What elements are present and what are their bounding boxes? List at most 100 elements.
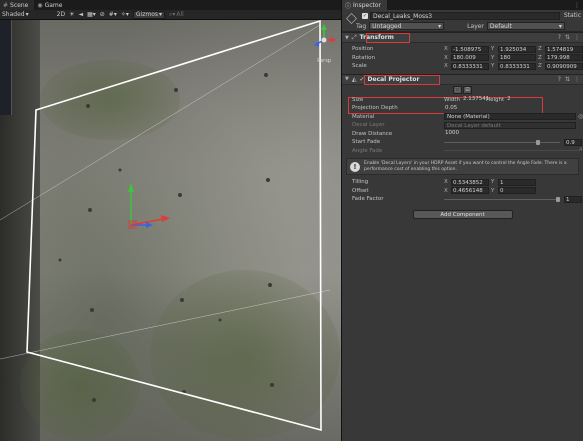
- size-label: Size: [352, 96, 364, 103]
- decal-bounds: [26, 20, 322, 432]
- tab-scene[interactable]: # Scene: [0, 0, 35, 10]
- angle-fade-field: 45: [579, 147, 583, 154]
- fade-factor-slider[interactable]: [444, 196, 560, 203]
- height-field[interactable]: 2: [506, 96, 528, 103]
- y-label: Y: [491, 63, 495, 70]
- material-field[interactable]: None (Material): [444, 113, 576, 121]
- scale-y-field[interactable]: 0.8333331: [498, 62, 536, 70]
- mode-2d-toggle[interactable]: 2D: [57, 11, 65, 18]
- draw-distance-fields: 1000: [444, 130, 504, 137]
- help-icon[interactable]: ?: [558, 76, 561, 83]
- x-label: X: [444, 179, 448, 186]
- position-row: Position X -1.508975 Y 1.925034 Z 1.574819: [342, 45, 583, 54]
- info-icon: ⓘ: [345, 2, 352, 10]
- x-label: X: [444, 46, 448, 53]
- active-checkbox[interactable]: ✓: [362, 13, 368, 19]
- foldout-arrow-icon[interactable]: ▼: [345, 35, 349, 41]
- preset-icon[interactable]: ⇅: [565, 76, 570, 83]
- more-icon[interactable]: ⋮: [574, 76, 580, 83]
- add-component-button[interactable]: Add Component: [412, 209, 513, 219]
- hidden-objects-icon[interactable]: ⊘: [100, 11, 105, 18]
- tiling-x-field[interactable]: 0.5343852: [451, 178, 489, 186]
- z-label: Z: [538, 46, 542, 53]
- rotation-y-field[interactable]: 180: [498, 54, 536, 62]
- rotation-row: Rotation X 180.009 Y 180 Z 179.998: [342, 54, 583, 63]
- decal-projector-body: ⬚ ⊡ Size Width 2.137541 Height 2 Project…: [342, 85, 583, 204]
- decal-projector-header[interactable]: ▼ ◭ ✓ Decal Projector ? ⇅ ⋮: [342, 73, 583, 85]
- shading-mode-dropdown[interactable]: Shaded ▾: [2, 11, 29, 18]
- tag-dropdown[interactable]: Untagged ▾: [369, 22, 445, 30]
- foldout-arrow-icon[interactable]: ▼: [345, 76, 349, 82]
- gizmos-label: Gizmos: [135, 11, 158, 18]
- edit-mode-buttons: ⬚ ⊡: [342, 85, 583, 96]
- fade-factor-field[interactable]: 1: [564, 195, 582, 203]
- transform-icon: ⤢: [351, 33, 357, 41]
- rotation-x-field[interactable]: 180.009: [451, 54, 489, 62]
- component-actions: ? ⇅ ⋮: [558, 34, 580, 41]
- y-label: Y: [491, 187, 495, 194]
- width-field[interactable]: 2.137541: [462, 96, 489, 103]
- object-picker-icon[interactable]: ◎: [578, 113, 583, 120]
- persp-label[interactable]: Persp: [317, 58, 331, 64]
- transform-header[interactable]: ▼ ⤢ Transform ? ⇅ ⋮: [342, 32, 583, 43]
- tab-game[interactable]: ◉ Game: [34, 0, 68, 10]
- more-icon[interactable]: ⋮: [574, 34, 580, 41]
- y-label: Y: [491, 54, 495, 61]
- tiling-y-field[interactable]: 1: [498, 178, 536, 186]
- angle-fade-slider[interactable]: [444, 147, 580, 154]
- decal-layer-dropdown[interactable]: Decal Layer default: [444, 121, 576, 129]
- position-fields: X -1.508975 Y 1.925034 Z 1.574819: [444, 45, 583, 53]
- height-label: Height: [485, 96, 505, 103]
- static-toggle[interactable]: Static: [564, 12, 581, 19]
- gizmos-dropdown[interactable]: Gizmos ▾: [132, 10, 166, 19]
- rotation-z-field[interactable]: 179.998: [545, 54, 583, 62]
- material-label: Material: [352, 113, 375, 120]
- scene-viewport[interactable]: Persp: [0, 20, 341, 441]
- draw-distance-field[interactable]: 1000: [444, 130, 504, 137]
- slider-knob[interactable]: [536, 139, 540, 145]
- orientation-gizmo[interactable]: [311, 22, 337, 58]
- rotation-fields: X 180.009 Y 180 Z 179.998: [444, 54, 583, 62]
- tools-icon[interactable]: ✧▾: [121, 11, 129, 18]
- lighting-toggle-icon[interactable]: ☀: [69, 11, 74, 18]
- position-z-field[interactable]: 1.574819: [545, 45, 583, 53]
- y-label: Y: [491, 46, 495, 53]
- warning-info-icon: !: [350, 162, 360, 172]
- chevron-down-icon: ▾: [159, 11, 163, 18]
- scene-tab-icon: #: [3, 1, 9, 9]
- audio-toggle-icon[interactable]: ◄: [78, 11, 83, 18]
- preset-icon[interactable]: ⇅: [565, 34, 570, 41]
- scale-z-field[interactable]: 0.9090909: [545, 62, 583, 70]
- effects-dropdown-icon[interactable]: ▦▾: [87, 11, 96, 18]
- offset-x-field[interactable]: 0.4656148: [451, 187, 489, 195]
- edit-bounds-button[interactable]: ⬚: [453, 86, 462, 94]
- inspector-menu-icon[interactable]: ⋮: [574, 2, 580, 9]
- tag-layer-row: Tag Untagged ▾ Layer Default ▾: [356, 22, 565, 30]
- position-y-field[interactable]: 1.925034: [498, 45, 536, 53]
- position-x-field[interactable]: -1.508975: [451, 45, 489, 53]
- slider-knob[interactable]: [556, 196, 560, 202]
- offset-label: Offset: [352, 187, 369, 194]
- scene-toolbar: Shaded ▾ 2D ☀ ◄ ▦▾ ⊘ #▾ ✧▾ Gizmos ▾ ⌕▾ A…: [0, 10, 341, 20]
- scene-search[interactable]: ⌕▾ All: [169, 11, 184, 19]
- scale-x-field[interactable]: 0.8333331: [451, 62, 489, 70]
- search-icon: ⌕▾: [169, 10, 176, 18]
- projection-depth-field[interactable]: 0.05: [444, 105, 504, 112]
- component-actions: ? ⇅ ⋮: [558, 76, 580, 83]
- fade-factor-label: Fade Factor: [352, 196, 384, 203]
- edit-pivot-button[interactable]: ⊡: [463, 86, 472, 94]
- offset-y-field[interactable]: 0: [498, 187, 536, 195]
- z-label: Z: [538, 63, 542, 70]
- material-fields: None (Material) ◎: [444, 113, 583, 121]
- help-icon[interactable]: ?: [558, 34, 561, 41]
- grid-toggle-icon[interactable]: #▾: [109, 11, 117, 18]
- layer-label: Layer: [467, 22, 484, 30]
- tab-inspector[interactable]: ⓘ Inspector: [342, 0, 388, 10]
- position-label: Position: [352, 46, 374, 53]
- start-fade-field[interactable]: 0.9: [564, 138, 582, 146]
- draw-distance-label: Draw Distance: [352, 130, 393, 137]
- layer-dropdown[interactable]: Default ▾: [486, 22, 565, 30]
- start-fade-slider[interactable]: [444, 139, 560, 146]
- projection-depth-label: Projection Depth: [352, 105, 398, 112]
- object-name-field[interactable]: Decal_Leaks_Moss3: [370, 12, 560, 20]
